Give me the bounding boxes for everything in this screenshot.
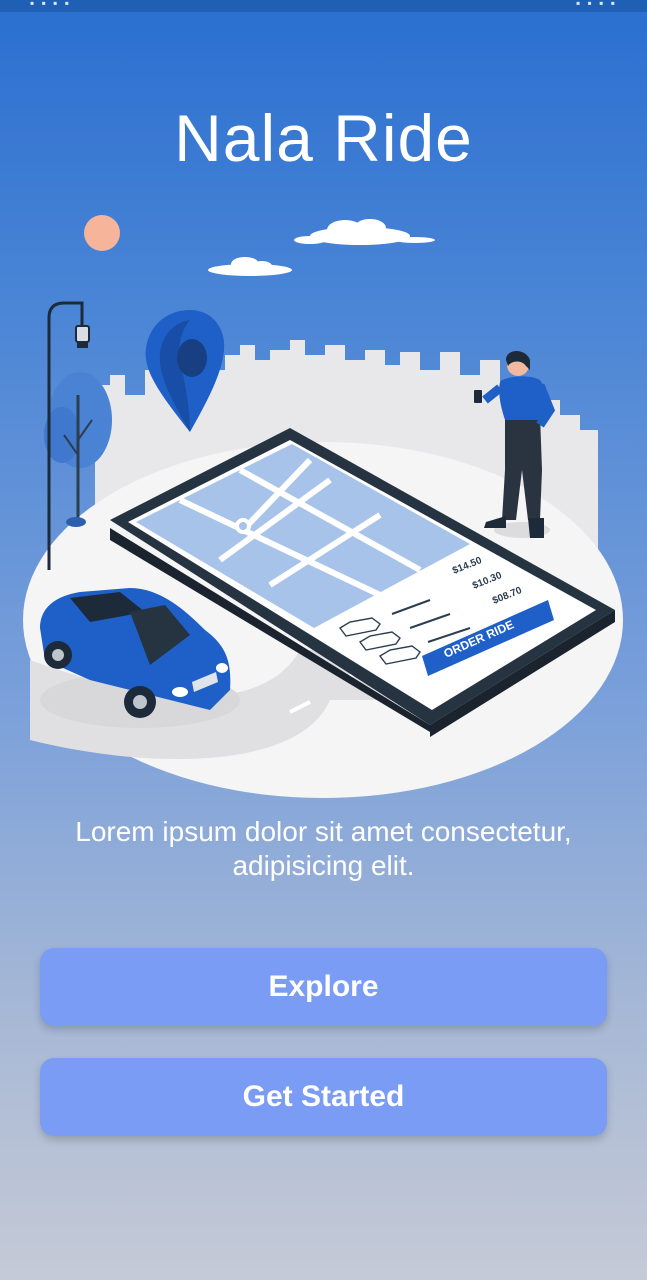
cloud-icon — [294, 219, 435, 245]
app-title: Nala Ride — [174, 101, 473, 175]
cloud-icon — [208, 257, 292, 276]
sun-icon — [84, 215, 120, 251]
get-started-button[interactable]: Get Started — [40, 1058, 607, 1136]
ride-illustration: $14.50 $10.30 $08.70 ORDER RIDE — [23, 215, 623, 798]
status-right-icons: ▪ ▪ ▪ ▪ — [575, 0, 617, 10]
status-bar: ▪ ▪ ▪ ▪ ▪ ▪ ▪ ▪ — [0, 0, 647, 12]
description-text: Lorem ipsum dolor sit amet consectetur, … — [75, 816, 572, 881]
explore-button[interactable]: Explore — [40, 948, 607, 1026]
status-left-icons: ▪ ▪ ▪ ▪ — [30, 0, 72, 10]
welcome-screen: ▪ ▪ ▪ ▪ ▪ ▪ ▪ ▪ Nala Ride $14.50 $10.30 … — [0, 0, 647, 1280]
